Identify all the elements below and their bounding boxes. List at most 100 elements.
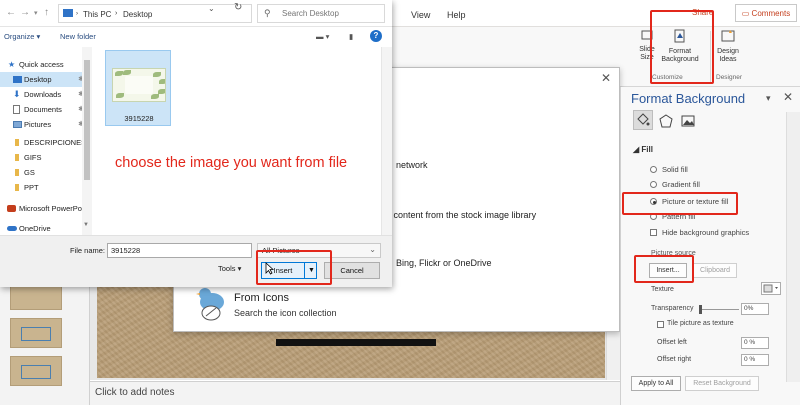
texture-icon [763, 284, 778, 293]
organize-button[interactable]: Organize ▾ [4, 32, 40, 41]
pane-scrollbar[interactable] [786, 112, 800, 382]
cloud-icon [7, 226, 17, 231]
folder-icon [63, 9, 73, 17]
radio-solid-fill[interactable] [650, 166, 657, 173]
tab-fill[interactable] [633, 110, 653, 130]
nav-item-folder[interactable]: GS [0, 165, 91, 180]
design-ideas-icon [721, 30, 735, 42]
option-from-network[interactable]: network [396, 160, 428, 170]
paint-bucket-icon [637, 113, 650, 126]
annotation-box-picture-fill [622, 192, 738, 215]
recent-dropdown-icon[interactable]: ▾ [34, 9, 38, 17]
pentagon-icon [659, 114, 673, 128]
texture-picker[interactable] [761, 282, 781, 295]
design-ideas-button[interactable]: Design Ideas [714, 29, 742, 64]
cancel-button[interactable]: Cancel [324, 262, 380, 279]
search-icon: ⚲ [264, 8, 271, 18]
open-file-dialog: ← → ▾ ↑ › This PC › Desktop ⌄ ↻ ⚲ Organi… [0, 0, 392, 287]
nav-item-folder[interactable]: DESCRIPCIONES [0, 135, 91, 150]
nav-item-label: Quick access [19, 60, 64, 69]
view-options-icon[interactable]: ▬ ▾ [316, 32, 329, 41]
offset-left-spinner[interactable]: 0 % [741, 337, 769, 349]
folder-icon [15, 169, 19, 176]
transparency-slider[interactable] [699, 309, 739, 310]
slider-handle[interactable] [699, 305, 702, 314]
nav-item-pictures[interactable]: Pictures ✱ [0, 117, 91, 132]
menu-help[interactable]: Help [447, 10, 466, 20]
option-online-pictures[interactable]: Bing, Flickr or OneDrive [396, 258, 492, 268]
nav-item-label: PPT [24, 183, 39, 192]
search-box[interactable]: ⚲ [257, 4, 385, 23]
nav-item-desktop[interactable]: Desktop ✱ [0, 72, 91, 87]
address-box[interactable]: › This PC › Desktop [58, 4, 252, 23]
menu-view[interactable]: View [411, 10, 430, 20]
group-designer-label: Designer [716, 74, 743, 81]
content-scrollbar[interactable] [381, 47, 392, 235]
nav-item-downloads[interactable]: ⬇ Downloads ✱ [0, 87, 91, 102]
folder-icon [15, 184, 19, 191]
forward-arrow-icon[interactable]: → [20, 7, 30, 18]
slide-thumbnail[interactable] [10, 318, 62, 348]
close-icon[interactable]: ✕ [601, 71, 611, 85]
nav-item-documents[interactable]: Documents ✱ [0, 102, 91, 117]
preview-pane-icon[interactable]: ▮ [349, 32, 353, 41]
transparency-spinner[interactable]: 0% [741, 303, 769, 315]
offset-right-label: Offset right [657, 356, 692, 363]
file-name-label: 3915228 [124, 114, 154, 123]
hide-background-checkbox[interactable] [650, 229, 657, 236]
chevron-down-icon[interactable]: ▾ [766, 93, 771, 104]
notes-bar[interactable]: Click to add notes [90, 381, 620, 405]
new-folder-button[interactable]: New folder [60, 32, 96, 41]
file-name-label: File name: [70, 246, 106, 255]
pictures-icon [13, 121, 22, 128]
file-item[interactable]: 3915228 [105, 50, 171, 126]
close-icon[interactable]: ✕ [783, 90, 793, 104]
nav-scrollbar-thumb[interactable] [84, 60, 90, 180]
nav-item-label: GIFS [24, 153, 42, 162]
from-icons-title[interactable]: From Icons [234, 292, 289, 304]
chevron-down-icon: ⌄ [369, 245, 376, 254]
tools-button[interactable]: Tools ▾ [218, 264, 241, 273]
up-arrow-icon[interactable]: ↑ [44, 7, 49, 18]
reset-background-button[interactable]: Reset Background [685, 376, 759, 391]
breadcrumb-desktop[interactable]: Desktop [123, 10, 152, 19]
nav-item-folder[interactable]: PPT [0, 180, 91, 195]
file-name-input[interactable] [107, 243, 252, 258]
slide-thumbnail-pane [0, 270, 90, 405]
refresh-icon[interactable]: ↻ [234, 2, 242, 13]
nav-item-powerpoint[interactable]: Microsoft PowerPo [0, 201, 91, 216]
back-arrow-icon[interactable]: ← [6, 7, 16, 18]
nav-item-onedrive[interactable]: OneDrive [0, 221, 91, 235]
nav-item-label: Downloads [24, 90, 62, 99]
cursor-icon [265, 262, 274, 275]
address-bar-row: ← → ▾ ↑ › This PC › Desktop ⌄ ↻ ⚲ [0, 0, 392, 27]
fill-heading-label: Fill [641, 145, 653, 154]
apply-to-all-button[interactable]: Apply to All [631, 376, 681, 391]
clipboard-button[interactable]: Clipboard [693, 263, 737, 278]
radio-gradient-fill[interactable] [650, 181, 657, 188]
tab-effects[interactable] [659, 114, 674, 128]
chevron-down-icon[interactable]: ⌄ [208, 4, 215, 13]
comments-button[interactable]: ▭ Comments [735, 4, 797, 22]
nav-item-quick-access[interactable]: ★ Quick access [0, 57, 91, 72]
chevron-right-icon: › [76, 11, 78, 17]
folder-icon [15, 154, 19, 161]
star-icon: ★ [8, 60, 16, 69]
scroll-down-arrow-icon[interactable]: ▼ [83, 222, 89, 228]
notes-placeholder: Click to add notes [95, 387, 175, 398]
folder-icon [15, 139, 19, 146]
help-icon[interactable]: ? [370, 30, 382, 42]
nav-item-folder[interactable]: GIFS [0, 150, 91, 165]
fill-section-heading[interactable]: ◢ Fill [633, 145, 653, 154]
nav-item-label: DESCRIPCIONES [24, 138, 87, 147]
slide-thumbnail[interactable] [10, 356, 62, 386]
hide-background-label: Hide background graphics [662, 228, 750, 237]
chevron-right-icon: › [115, 10, 118, 17]
tab-picture[interactable] [681, 114, 696, 128]
breadcrumb-this-pc[interactable]: This PC [83, 10, 111, 19]
search-input[interactable] [282, 6, 382, 21]
powerpoint-icon [7, 205, 16, 212]
offset-right-spinner[interactable]: 0 % [741, 354, 769, 366]
option-stock-images[interactable]: n content from the stock image library [386, 210, 536, 220]
tile-checkbox[interactable] [657, 321, 664, 328]
